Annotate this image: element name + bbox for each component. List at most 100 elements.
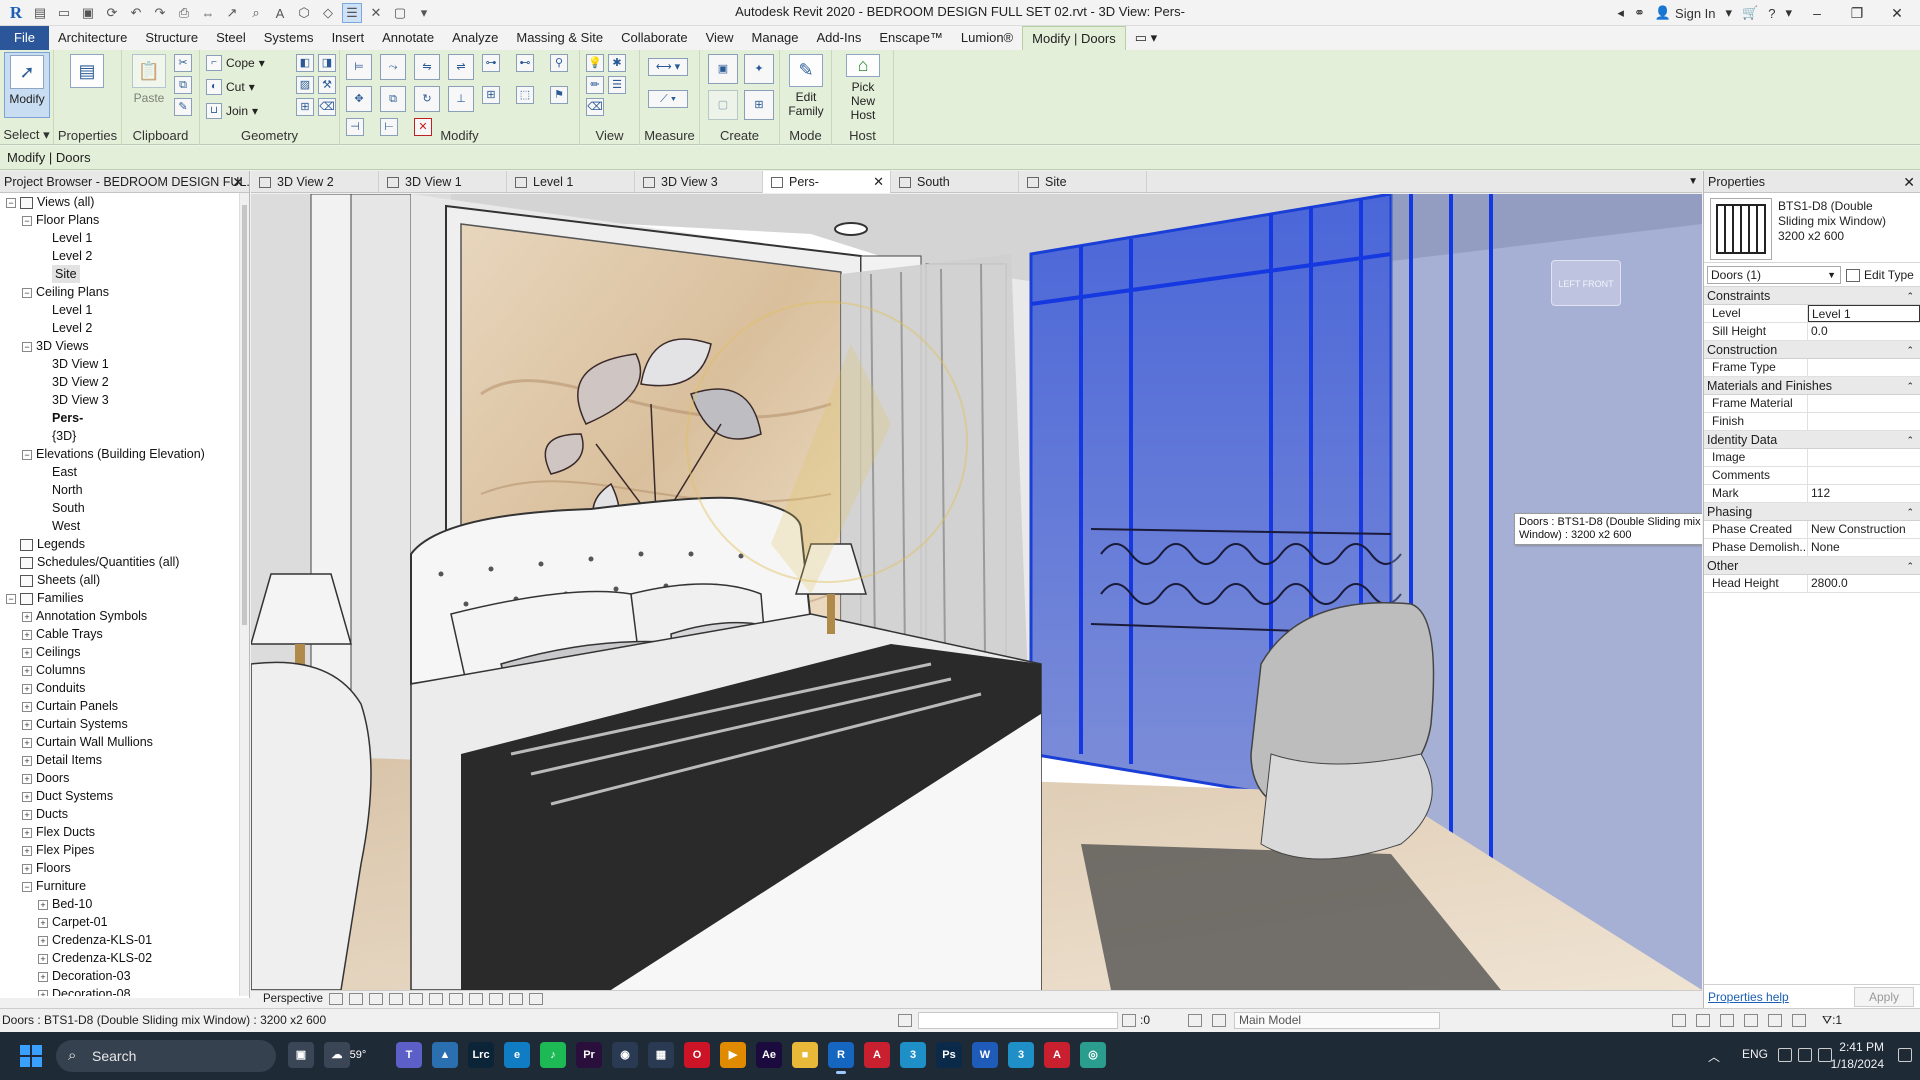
expand-icon[interactable]: + <box>22 737 32 748</box>
tab-enscape[interactable]: Enscape™ <box>870 26 952 50</box>
ribbon-display-toggle-icon[interactable]: ▭ ▾ <box>1126 26 1166 50</box>
expand-icon[interactable]: + <box>22 755 32 766</box>
property-group-header[interactable]: Identity Data ⌃ <box>1704 431 1920 449</box>
view-cube[interactable]: LEFT FRONT <box>1551 260 1621 306</box>
tree-node[interactable]: + Flex Ducts <box>22 823 95 841</box>
tab-annotate[interactable]: Annotate <box>373 26 443 50</box>
photoshop-icon[interactable]: Ps <box>936 1042 962 1068</box>
copy-element-icon[interactable]: ⧉ <box>380 86 406 112</box>
property-value-field[interactable] <box>1808 449 1920 466</box>
expand-icon[interactable]: + <box>38 935 48 946</box>
binoculars-icon[interactable]: ⚭ <box>1634 5 1645 21</box>
save-icon[interactable]: ▣ <box>78 3 98 23</box>
sync-icon[interactable]: ⟳ <box>102 3 122 23</box>
expand-icon[interactable]: + <box>38 899 48 910</box>
cope-button[interactable]: ⌐ Cope ▾ <box>206 54 265 72</box>
collapse-icon[interactable]: − <box>22 341 32 352</box>
media-icon[interactable]: ▶ <box>720 1042 746 1068</box>
help-dropdown-icon[interactable]: ▾ <box>1785 5 1792 21</box>
tab-collaborate[interactable]: Collaborate <box>612 26 697 50</box>
collapse-icon[interactable]: − <box>22 881 32 892</box>
calculator-icon[interactable]: ▦ <box>648 1042 674 1068</box>
tree-node[interactable]: 3D View 3 <box>52 391 109 409</box>
create-assembly-icon[interactable]: ⊞ <box>744 90 774 120</box>
expand-icon[interactable]: + <box>22 863 32 874</box>
pick-new-host-button[interactable]: ⌂ Pick New Host <box>840 52 886 122</box>
tree-node[interactable]: + Decoration-08 <box>38 985 131 996</box>
tree-node[interactable]: + Decoration-03 <box>38 967 131 985</box>
undo-icon[interactable]: ↶ <box>126 3 146 23</box>
text-icon[interactable]: A <box>270 3 290 23</box>
trim-extend-icon[interactable]: ⊥ <box>448 86 474 112</box>
split-face-icon[interactable]: ◨ <box>318 54 336 72</box>
detail-level-icon[interactable] <box>329 993 344 1005</box>
property-value-field[interactable]: None <box>1808 539 1920 556</box>
close-icon[interactable]: ✕ <box>873 171 884 193</box>
design-option-select[interactable]: Main Model <box>1234 1012 1440 1029</box>
expand-icon[interactable]: + <box>38 917 48 928</box>
select-pinned-icon[interactable] <box>1720 1014 1734 1027</box>
clock[interactable]: 2:41 PM 1/18/2024 <box>1804 1039 1884 1073</box>
main-model-icon[interactable] <box>1212 1014 1226 1027</box>
workset-select[interactable] <box>918 1012 1118 1029</box>
shadows-icon[interactable] <box>389 993 404 1005</box>
teams-icon[interactable]: T <box>396 1042 422 1068</box>
select-underlay-icon[interactable] <box>1696 1014 1710 1027</box>
move-icon[interactable]: ✥ <box>346 86 372 112</box>
tree-node[interactable]: − Floor Plans <box>22 211 99 229</box>
property-value-field[interactable]: New Construction <box>1808 521 1920 538</box>
lock-3d-view-icon[interactable] <box>469 993 484 1005</box>
project-browser-scrollbar[interactable] <box>239 193 249 996</box>
tab-lumion[interactable]: Lumion® <box>952 26 1022 50</box>
start-button[interactable] <box>20 1045 42 1067</box>
expand-icon[interactable]: + <box>22 791 32 802</box>
property-value-field[interactable]: 2800.0 <box>1808 575 1920 592</box>
close-hidden-windows-icon[interactable]: ✕ <box>366 3 386 23</box>
tree-node[interactable]: −3D Views <box>22 337 89 355</box>
open-folder-icon[interactable]: ▭ <box>54 3 74 23</box>
switch-windows-icon[interactable]: ▢ <box>390 3 410 23</box>
match-type-icon[interactable]: ✎ <box>174 98 192 116</box>
file-explorer-icon[interactable]: ■ <box>792 1042 818 1068</box>
offset-icon[interactable]: ⤳ <box>380 54 406 80</box>
filter-count[interactable]: ⛛:1 <box>1822 1009 1842 1031</box>
eraser-icon[interactable]: ⌫ <box>586 98 604 116</box>
paint-icon[interactable]: ▨ <box>296 76 314 94</box>
join-button[interactable]: ⊔ Join ▾ <box>206 102 258 120</box>
analytical-model-icon[interactable] <box>529 993 544 1005</box>
expand-icon[interactable]: + <box>22 719 32 730</box>
tree-node[interactable]: + Flex Pipes <box>22 841 94 859</box>
lightroom-icon[interactable]: Lrc <box>468 1042 494 1068</box>
demolish-icon[interactable]: ⚒ <box>318 76 336 94</box>
tree-node[interactable]: Legends <box>20 535 85 553</box>
mirror-draw-axis-icon[interactable]: ⇌ <box>448 54 474 80</box>
photos-icon[interactable]: ▲ <box>432 1042 458 1068</box>
open-icon[interactable]: ▤ <box>30 3 50 23</box>
tree-node[interactable]: + Curtain Panels <box>22 697 118 715</box>
view-tab[interactable]: Level 1 <box>507 171 635 193</box>
split-gap-icon[interactable]: ⊷ <box>516 54 534 72</box>
expand-icon[interactable]: + <box>22 809 32 820</box>
view-tab[interactable]: 3D View 2 <box>251 171 379 193</box>
property-value-field[interactable]: 0.0 <box>1808 323 1920 340</box>
property-group-header[interactable]: Other ⌃ <box>1704 557 1920 575</box>
tab-architecture[interactable]: Architecture <box>49 26 136 50</box>
unpin-icon[interactable]: ⚲ <box>550 54 568 72</box>
widgets-icon[interactable]: ☁ <box>324 1042 350 1068</box>
task-view-icon[interactable]: ▣ <box>288 1042 314 1068</box>
customize-qat-icon[interactable]: ▾ <box>414 3 434 23</box>
close-button[interactable]: ✕ <box>1882 0 1912 26</box>
notification-icon[interactable] <box>1898 1048 1912 1062</box>
modify-button[interactable]: ➚ Modify <box>4 52 50 118</box>
tree-node[interactable]: + Annotation Symbols <box>22 607 147 625</box>
property-value-field[interactable] <box>1808 395 1920 412</box>
tab-list-dropdown-icon[interactable]: ▼ <box>1688 171 1698 193</box>
property-group-header[interactable]: Phasing ⌃ <box>1704 503 1920 521</box>
spotify-icon[interactable]: ♪ <box>540 1042 566 1068</box>
array-icon[interactable]: ⊞ <box>482 86 500 104</box>
expand-icon[interactable]: + <box>38 989 48 996</box>
view-tab[interactable]: 3D View 1 <box>379 171 507 193</box>
hide-in-view-icon[interactable]: 💡 <box>586 54 604 72</box>
expand-icon[interactable]: + <box>22 629 32 640</box>
pin-icon[interactable]: ⚑ <box>550 86 568 104</box>
